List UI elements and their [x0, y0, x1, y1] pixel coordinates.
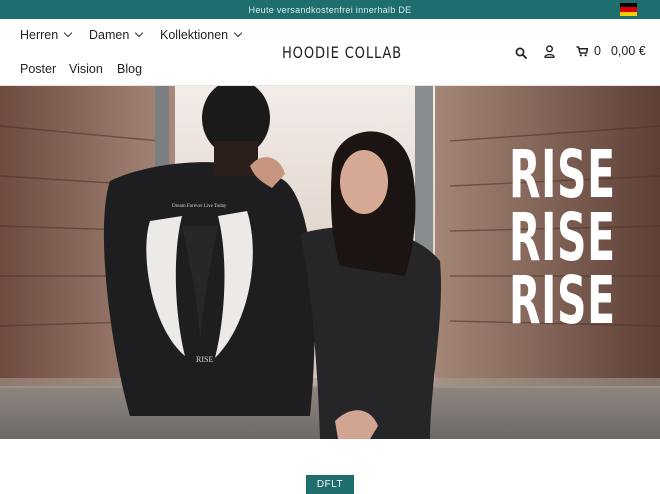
- dflt-badge[interactable]: DFLT: [306, 475, 354, 494]
- announcement-text: Heute versandkostenfrei innerhalb DE: [248, 4, 412, 15]
- chevron-down-icon: [63, 28, 73, 38]
- nav-poster[interactable]: Poster: [20, 62, 56, 76]
- user-icon[interactable]: [544, 45, 555, 63]
- nav-kollektionen-label: Kollektionen: [160, 28, 229, 42]
- nav-blog[interactable]: Blog: [117, 62, 142, 76]
- nav-herren-label: Herren: [20, 28, 59, 42]
- chevron-down-icon: [233, 28, 243, 38]
- nav-poster-label: Poster: [20, 62, 57, 76]
- cart-count: 0: [594, 44, 601, 58]
- cart-total: 0,00 €: [610, 44, 646, 58]
- cart-icon: [576, 45, 588, 56]
- germany-flag-icon[interactable]: [620, 3, 637, 16]
- nav-vision[interactable]: Vision: [69, 62, 103, 76]
- search-icon[interactable]: [515, 46, 527, 64]
- site-header: Herren Damen Kollektionen Poster Vision …: [0, 19, 660, 86]
- nav-damen-label: Damen: [89, 28, 130, 42]
- nav-damen[interactable]: Damen: [89, 28, 144, 42]
- nav-kollektionen[interactable]: Kollektionen: [160, 28, 243, 42]
- hero-headline-line-3: RISE: [509, 262, 616, 339]
- hero-banner[interactable]: Dream Forever Live Today RISE RISE RISE …: [0, 86, 660, 439]
- wing-print-line-1: Dream Forever Live Today: [172, 204, 227, 209]
- nav-vision-label: Vision: [69, 62, 103, 76]
- dflt-badge-label: DFLT: [316, 479, 344, 490]
- nav-blog-label: Blog: [117, 62, 143, 76]
- site-logo[interactable]: HOODIE COLLAB: [282, 43, 402, 62]
- wing-print-word: RISE: [196, 355, 213, 364]
- cart-button[interactable]: 0 0,00 €: [576, 44, 646, 58]
- announcement-bar: Heute versandkostenfrei innerhalb DE: [0, 0, 660, 19]
- nav-herren[interactable]: Herren: [20, 28, 73, 42]
- chevron-down-icon: [135, 28, 144, 38]
